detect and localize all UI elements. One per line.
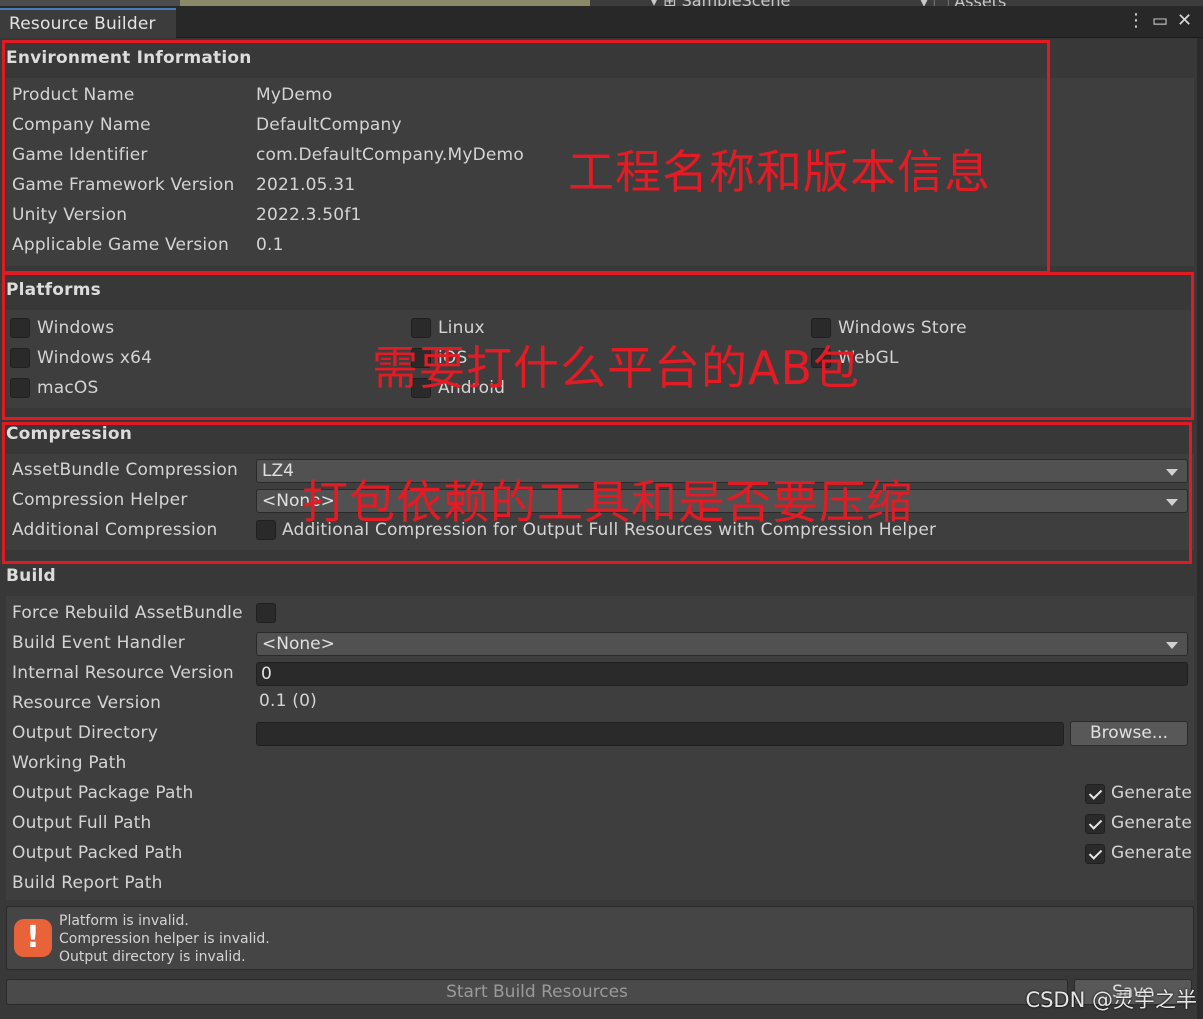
window-tab-bar: Resource Builder ⋮ ▭ ✕ [0, 6, 1203, 38]
checkbox-generate-full[interactable] [1085, 814, 1105, 834]
annotation-text-environment: 工程名称和版本信息 [568, 145, 991, 199]
output-full-path-label: Output Full Path [12, 813, 152, 833]
annotation-text-platforms: 需要打什么平台的AB包 [372, 341, 861, 395]
tab-resource-builder[interactable]: Resource Builder [0, 8, 176, 38]
build-header: Build [6, 566, 56, 586]
resource-version-label: Resource Version [12, 693, 162, 713]
panel-right-edge [1197, 38, 1203, 1019]
checkbox-generate-packed[interactable] [1085, 844, 1105, 864]
internal-resource-version-input[interactable]: 0 [256, 662, 1188, 686]
internal-resource-version-label: Internal Resource Version [12, 663, 234, 683]
build-report-path-label: Build Report Path [12, 873, 163, 893]
output-directory-label: Output Directory [12, 723, 159, 743]
chevron-down-icon [1166, 642, 1178, 649]
working-path-label: Working Path [12, 753, 127, 773]
start-build-resources-button[interactable]: Start Build Resources [6, 979, 1068, 1005]
maximize-icon[interactable]: ▭ [1152, 9, 1168, 33]
build-event-handler-label: Build Event Handler [12, 633, 185, 653]
checkbox-force-rebuild[interactable] [256, 603, 276, 623]
generate-full-label: Generate [1111, 813, 1192, 833]
generate-packed-label: Generate [1111, 843, 1192, 863]
warning-icon: ! [14, 919, 52, 957]
browse-button[interactable]: Browse... [1070, 721, 1188, 746]
close-icon[interactable]: ✕ [1177, 9, 1192, 33]
build-event-handler-value: <None> [262, 634, 335, 654]
checkbox-generate-package[interactable] [1085, 784, 1105, 804]
kebab-menu-icon[interactable]: ⋮ [1127, 9, 1145, 33]
help-line-platform: Platform is invalid. [59, 913, 189, 929]
help-line-output: Output directory is invalid. [59, 949, 246, 965]
output-packed-path-label: Output Packed Path [12, 843, 183, 863]
warning-help-box: ! Platform is invalid. Compression helpe… [6, 906, 1194, 970]
force-rebuild-label: Force Rebuild AssetBundle [12, 603, 243, 623]
help-line-compression: Compression helper is invalid. [59, 931, 270, 947]
build-event-handler-dropdown[interactable]: <None> [256, 632, 1188, 656]
resource-version-value: 0.1 (0) [259, 691, 317, 711]
generate-package-label: Generate [1111, 783, 1192, 803]
output-package-path-label: Output Package Path [12, 783, 194, 803]
window-title: Resource Builder [9, 14, 156, 34]
output-directory-input[interactable] [256, 722, 1064, 746]
annotation-text-compression: 打包依赖的工具和是否要压缩 [302, 475, 913, 529]
csdn-watermark: CSDN @灵宇之半 [1025, 988, 1197, 1012]
